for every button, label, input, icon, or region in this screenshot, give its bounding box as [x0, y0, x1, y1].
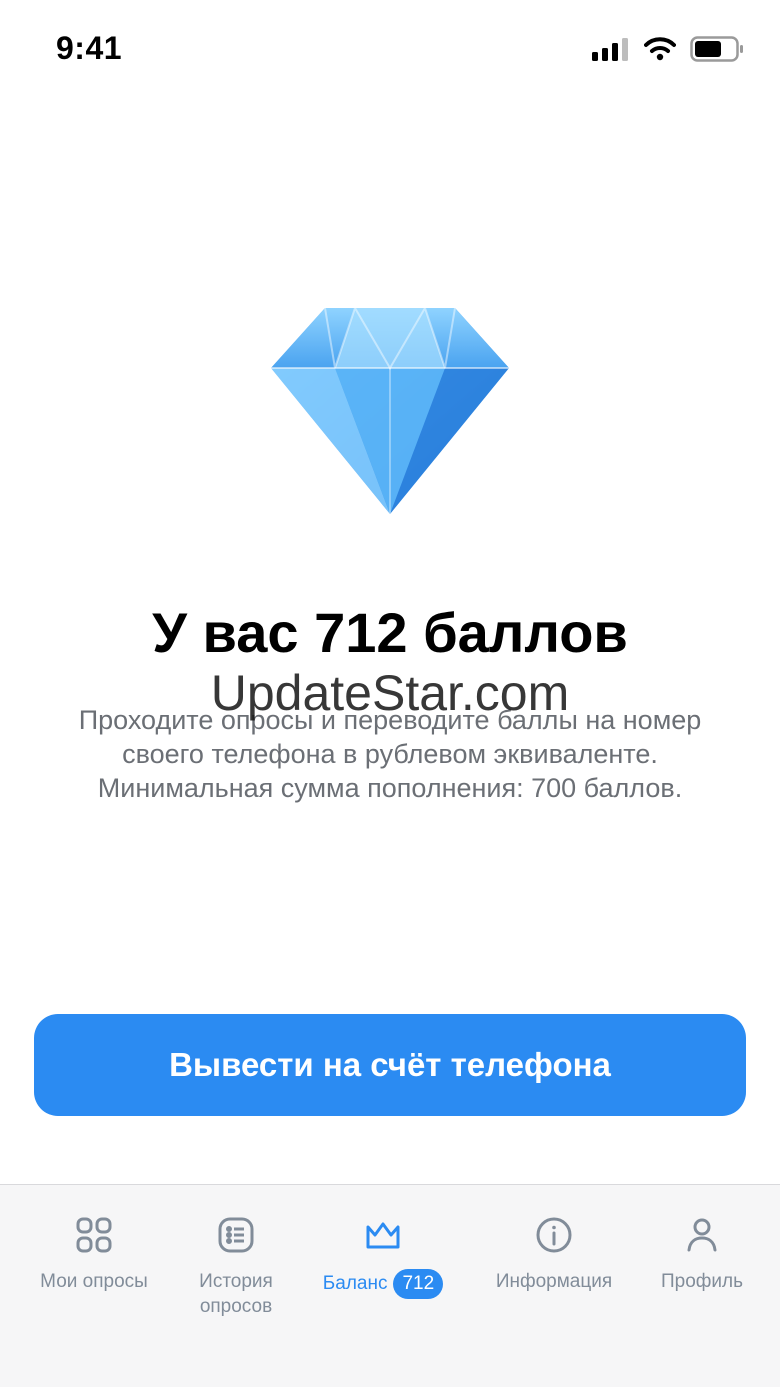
tab-label: Профиль	[660, 1271, 744, 1292]
wifi-icon	[644, 37, 676, 61]
tab-label: Баланс	[322, 1273, 388, 1295]
crown-icon	[363, 1215, 403, 1255]
grid-icon	[74, 1215, 114, 1255]
tab-label-row: Баланс 712	[322, 1269, 444, 1299]
status-bar: 9:41	[0, 0, 780, 100]
status-time: 9:41	[56, 30, 123, 66]
watermark-text: UpdateStar.com	[210, 665, 570, 721]
balance-badge: 712	[393, 1269, 444, 1299]
diamond-icon	[265, 300, 515, 520]
battery-icon	[690, 36, 743, 62]
tab-survey-history[interactable]: История опросов	[181, 1185, 291, 1335]
tab-profile[interactable]: Профиль	[644, 1185, 760, 1335]
tab-label: Мои опросы	[40, 1271, 148, 1292]
withdraw-to-phone-button[interactable]: Вывести на счёт телефона	[34, 1014, 746, 1116]
balance-title: У вас 712 баллов	[152, 601, 628, 664]
list-icon	[216, 1215, 256, 1255]
tab-label: Информация	[495, 1271, 613, 1292]
tab-balance[interactable]: Баланс 712	[306, 1185, 460, 1335]
status-icons	[592, 36, 744, 62]
person-icon	[682, 1215, 722, 1255]
tab-label: История опросов	[199, 1271, 273, 1317]
tab-my-surveys[interactable]: Мои опросы	[24, 1185, 164, 1335]
tab-bar: Мои опросы История опросов Баланс 712 Ин…	[0, 1184, 780, 1387]
info-icon	[534, 1215, 574, 1255]
cellular-signal-icon	[592, 38, 628, 61]
tab-information[interactable]: Информация	[484, 1185, 624, 1335]
